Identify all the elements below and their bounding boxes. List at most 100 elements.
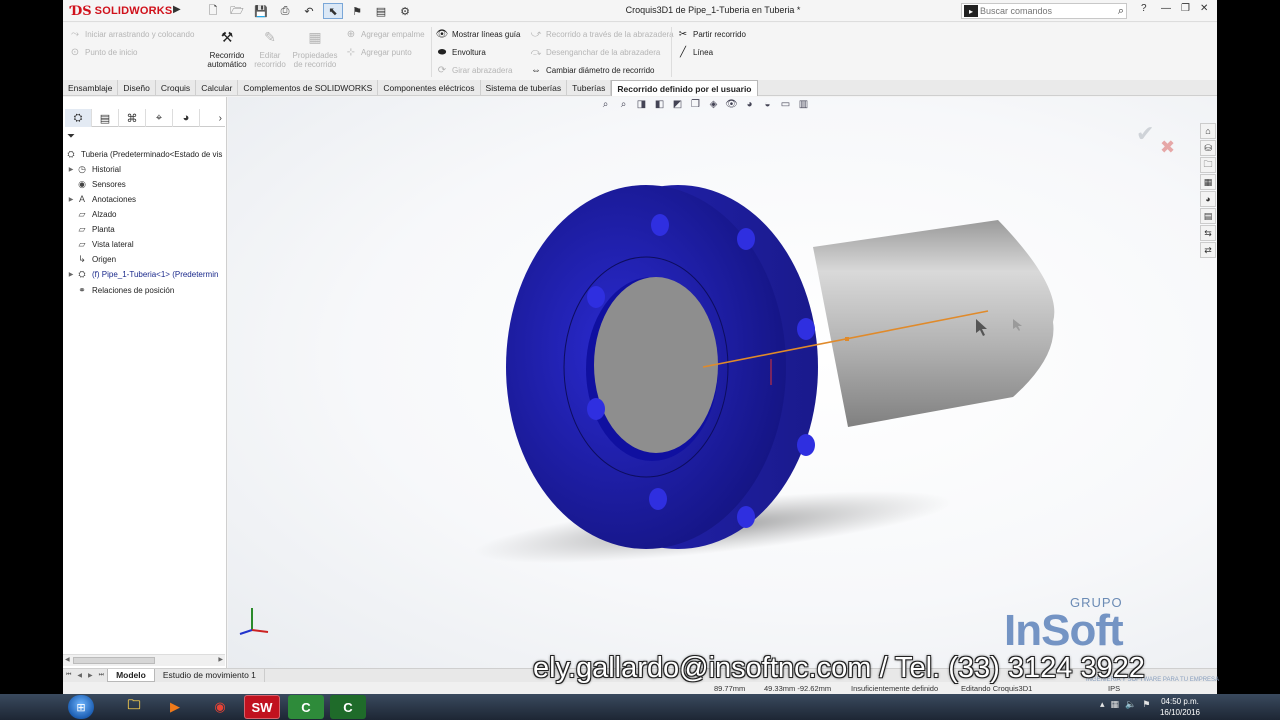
start-button[interactable]: ⊞ xyxy=(68,695,94,719)
next-tab-icon[interactable]: ▶ xyxy=(85,672,96,679)
display-manager-icon[interactable]: ◕ xyxy=(173,109,200,127)
search-icon[interactable]: ⌕ xyxy=(1118,5,1124,18)
tab-ensamblaje[interactable]: Ensamblaje xyxy=(63,80,119,96)
tree-item-pipe[interactable]: ▶ ⛭ (f) Pipe_1-Tuberia<1> (Predetermin xyxy=(67,267,219,281)
route-properties-button[interactable]: ▦ Propiedades de recorrido xyxy=(292,30,338,69)
expand-arrow-icon[interactable]: ▶ xyxy=(67,196,75,203)
start-point-button[interactable]: ⊙ Punto de inicio xyxy=(69,46,138,58)
custom-properties-icon[interactable]: ▤ xyxy=(1200,208,1216,224)
restore-icon[interactable]: ❐ xyxy=(1181,3,1190,14)
rotate-clip-button[interactable]: ⟳ Girar abrazadera xyxy=(436,64,513,76)
camtasia-taskbar-icon[interactable]: C xyxy=(288,695,324,719)
origin-icon: ↳ xyxy=(78,253,86,264)
tab-diseno[interactable]: Diseño xyxy=(118,80,156,96)
prev-tab-icon[interactable]: ◀ xyxy=(74,672,85,679)
tab-calcular[interactable]: Calcular xyxy=(196,80,239,96)
tab-estudio-movimiento[interactable]: Estudio de movimiento 1 xyxy=(155,669,265,682)
tab-croquis[interactable]: Croquis xyxy=(156,80,197,96)
tree-item-sensores[interactable]: ◉ Sensores xyxy=(67,177,126,191)
tab-complementos[interactable]: Complementos de SOLIDWORKS xyxy=(238,80,379,96)
tab-sistema-tuberias[interactable]: Sistema de tuberías xyxy=(481,80,568,96)
chrome-taskbar-icon[interactable]: ◉ xyxy=(202,695,238,719)
design-library-icon[interactable]: ⛁ xyxy=(1200,140,1216,156)
file-explorer-icon[interactable]: 🗀 xyxy=(1200,157,1216,173)
confirmation-accept-icon[interactable]: ✔ xyxy=(1136,121,1154,147)
tray-arrow-icon[interactable]: ▴ xyxy=(1100,699,1105,710)
close-icon[interactable]: ✕ xyxy=(1200,3,1208,14)
sketch-point[interactable] xyxy=(845,337,849,341)
wrap-button[interactable]: ⬬ Envoltura xyxy=(436,46,486,58)
scroll-thumb[interactable] xyxy=(73,657,155,664)
rebuild-icon[interactable]: ⚑ xyxy=(347,3,367,19)
feature-tree-icon[interactable]: ⛭ xyxy=(65,109,92,127)
home-icon[interactable]: ⌂ xyxy=(1200,123,1216,139)
clock[interactable]: 04:50 p.m. 16/10/2016 xyxy=(1150,696,1210,718)
solidworks-taskbar-icon[interactable]: SW xyxy=(244,695,280,719)
routing-library-icon[interactable]: ⇆ xyxy=(1200,225,1216,241)
edit-route-button[interactable]: ✎ Editar recorrido xyxy=(247,30,293,69)
add-fitting-button[interactable]: ⊕ Agregar empalme xyxy=(345,28,425,40)
options-gear-icon[interactable]: ⚙ xyxy=(395,3,415,19)
solidworks-logo[interactable]: ƊS SOLIDWORKS xyxy=(71,2,179,20)
start-drag-drop-button[interactable]: ⤳ Iniciar arrastrando y colocando xyxy=(69,28,194,40)
help-menu[interactable]: ? xyxy=(1135,3,1147,14)
tree-item-anotaciones[interactable]: ▶ A Anotaciones xyxy=(67,192,136,206)
tab-modelo[interactable]: Modelo xyxy=(107,669,155,682)
configuration-manager-icon[interactable]: ⌘ xyxy=(119,109,146,127)
menu-expand-icon[interactable]: ▶ xyxy=(173,4,181,15)
minimize-icon[interactable]: — xyxy=(1161,3,1171,14)
tab-tuberias[interactable]: Tuberías xyxy=(567,80,612,96)
filter-icon[interactable]: ⏷ xyxy=(67,131,75,142)
dimxpert-icon[interactable]: ⌖ xyxy=(146,109,173,127)
open-folder-icon[interactable]: 🗁 xyxy=(227,3,247,19)
expand-arrow-icon[interactable]: ▶ xyxy=(67,166,75,173)
select-cursor-icon[interactable]: ⬉ xyxy=(323,3,343,19)
view-palette-icon[interactable]: ▦ xyxy=(1200,174,1216,190)
show-guidelines-button[interactable]: 👁 Mostrar líneas guía xyxy=(436,28,521,40)
add-point-button[interactable]: ⊹ Agregar punto xyxy=(345,46,412,58)
unhook-clip-button[interactable]: ⤼ Desenganchar de la abrazadera xyxy=(530,46,661,58)
undo-icon[interactable]: ↶ xyxy=(299,3,319,19)
tab-recorrido-usuario[interactable]: Recorrido definido por el usuario xyxy=(611,80,758,96)
chevron-right-icon[interactable]: › xyxy=(219,113,222,124)
confirmation-cancel-icon[interactable]: ✖ xyxy=(1160,137,1175,158)
tree-item-historial[interactable]: ▶ ◷ Historial xyxy=(67,162,121,176)
search-input[interactable] xyxy=(980,6,1100,16)
print-icon[interactable]: ⎙ xyxy=(275,3,295,19)
separator xyxy=(671,27,672,77)
scroll-left-icon[interactable]: ◀ xyxy=(65,656,70,663)
tree-item-planta[interactable]: ▱ Planta xyxy=(67,222,115,236)
last-tab-icon[interactable]: ⏭ xyxy=(96,672,107,679)
tree-item-alzado[interactable]: ▱ Alzado xyxy=(67,207,117,221)
search-commands-box[interactable]: ▸ ⌕ xyxy=(961,3,1127,19)
graphics-area[interactable]: ⌕ ⌕ ◨ ◧ ◩ ❒ ◈ 👁 ◕ ◒ ▭ ▥ ✔ ✖ ⌂ ⛁ 🗀 ▦ ◕ ▤ … xyxy=(228,97,1217,672)
tab-componentes-electricos[interactable]: Componentes eléctricos xyxy=(378,80,481,96)
tree-item-relaciones[interactable]: ⚭ Relaciones de posición xyxy=(67,283,174,297)
tree-item-origen[interactable]: ↳ Origen xyxy=(67,252,116,266)
line-button[interactable]: ╱ Línea xyxy=(677,46,713,58)
tree-root[interactable]: ⛭ Tuberia (Predeterminado<Estado de vis xyxy=(64,147,222,161)
split-route-button[interactable]: ✂ Partir recorrido xyxy=(677,28,746,40)
pipe-flange-model[interactable] xyxy=(228,97,1217,672)
file-properties-icon[interactable]: ▤ xyxy=(371,3,391,19)
camtasia-recorder-taskbar-icon[interactable]: C xyxy=(330,695,366,719)
first-tab-icon[interactable]: ⏮ xyxy=(63,672,74,679)
routing-tools-icon[interactable]: ⇄ xyxy=(1200,242,1216,258)
media-player-taskbar-icon[interactable]: ▶ xyxy=(157,695,193,719)
appearances-icon[interactable]: ◕ xyxy=(1200,191,1216,207)
new-document-icon[interactable]: 🗋 xyxy=(203,3,223,19)
scroll-right-icon[interactable]: ▶ xyxy=(218,656,223,663)
tree-item-vista-lateral[interactable]: ▱ Vista lateral xyxy=(67,237,134,251)
horizontal-scrollbar[interactable]: ◀ ▶ xyxy=(63,654,225,666)
expand-arrow-icon[interactable]: ▶ xyxy=(67,271,75,278)
help-button[interactable]: ? xyxy=(1141,3,1147,14)
save-icon[interactable]: 💾 xyxy=(251,3,271,19)
auto-route-button[interactable]: ⚒ Recorrido automático xyxy=(204,30,250,69)
change-route-diameter-button[interactable]: ⇔ Cambiar diámetro de recorrido xyxy=(530,64,655,76)
network-icon[interactable]: ▦ xyxy=(1111,699,1120,710)
volume-icon[interactable]: 🔈 xyxy=(1125,699,1136,710)
command-tabs: Ensamblaje Diseño Croquis Calcular Compl… xyxy=(63,80,1217,96)
route-through-clip-button[interactable]: ⤻ Recorrido a través de la abrazadera xyxy=(530,28,674,40)
file-explorer-taskbar-icon[interactable]: 🗀 xyxy=(116,695,152,719)
property-manager-icon[interactable]: ▤ xyxy=(92,109,119,127)
